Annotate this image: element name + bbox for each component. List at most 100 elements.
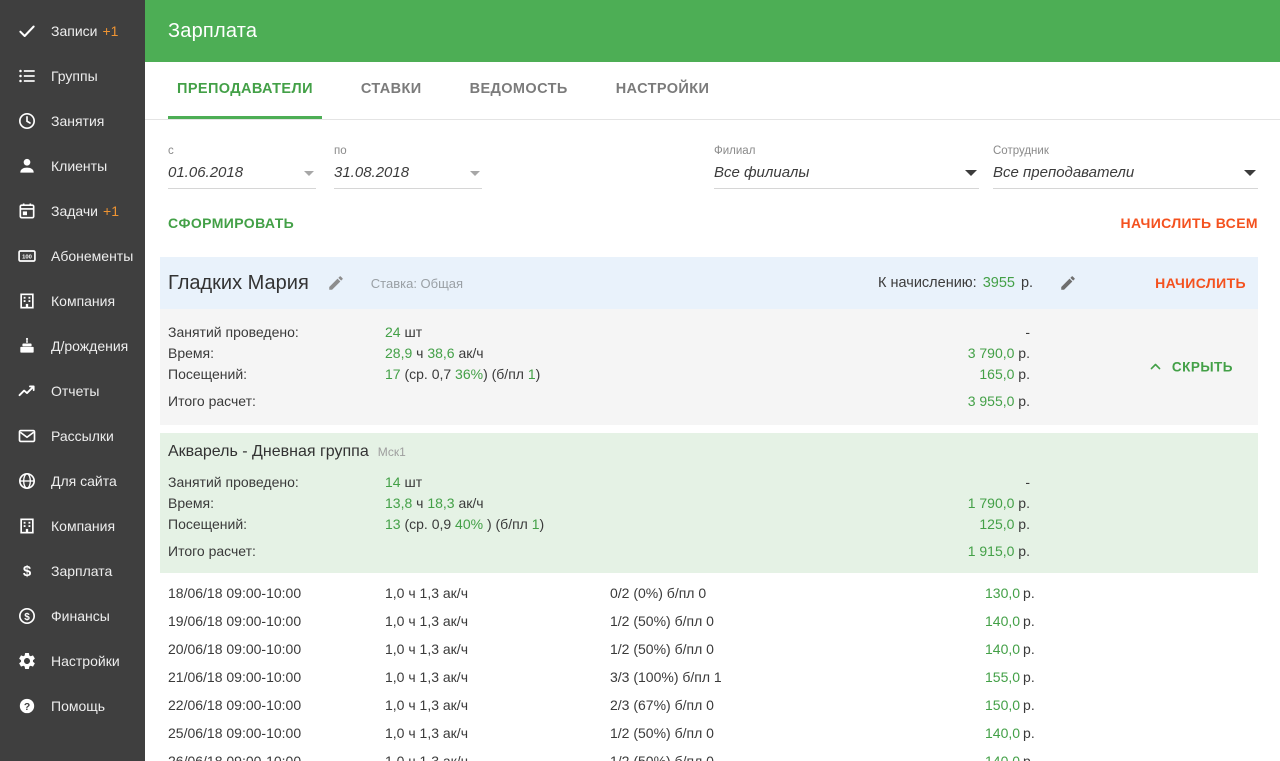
globe-icon <box>16 470 38 492</box>
accrue-all-button[interactable]: НАЧИСЛИТЬ ВСЕМ <box>1121 215 1259 231</box>
group-row-value: 13 (ср. 0,9 40% ) (б/пл 1) <box>385 515 545 532</box>
sidebar-item-zadachi[interactable]: Задачи +1 <box>0 188 145 233</box>
generate-button[interactable]: СФОРМИРОВАТЬ <box>168 215 294 231</box>
accrue-button[interactable]: НАЧИСЛИТЬ <box>1155 275 1246 291</box>
sidebar-item-label: Группы <box>51 67 98 84</box>
group-row-amount: 125,0 р. <box>979 515 1030 532</box>
person-icon <box>16 155 38 177</box>
card-icon: 100 <box>16 245 38 267</box>
summary-row: Время: 28,9 ч 38,6 ак/ч 3 790,0 р. <box>168 342 1030 363</box>
hide-button-label: СКРЫТЬ <box>1171 359 1233 375</box>
chevron-down-icon <box>470 171 480 176</box>
lesson-time: 1,0 ч 1,3 ак/ч <box>385 641 468 657</box>
lesson-row: 19/06/18 09:00-10:00 1,0 ч 1,3 ак/ч 1/2 … <box>168 607 1035 635</box>
sidebar-item-kompaniya[interactable]: Компания <box>0 278 145 323</box>
lesson-time: 1,0 ч 1,3 ак/ч <box>385 697 468 713</box>
sidebar-item-zarplata[interactable]: $ Зарплата <box>0 548 145 593</box>
lesson-time: 1,0 ч 1,3 ак/ч <box>385 585 468 601</box>
lesson-date: 21/06/18 09:00-10:00 <box>168 669 302 685</box>
summary-amount: 3 955,0 р. <box>967 392 1030 409</box>
lesson-time: 1,0 ч 1,3 ак/ч <box>385 753 468 761</box>
lesson-attendance: 1/2 (50%) б/пл 0 <box>610 725 714 741</box>
group-row-label: Время: <box>168 494 215 511</box>
tab-bar: ПРЕПОДАВАТЕЛИ СТАВКИ ВЕДОМОСТЬ НАСТРОЙКИ <box>145 62 1280 120</box>
sidebar-item-label: Занятия <box>51 112 105 129</box>
employee-select[interactable]: Сотрудник Все преподаватели <box>993 145 1258 189</box>
lesson-attendance: 3/3 (100%) б/пл 1 <box>610 669 722 685</box>
sidebar-item-label: Зарплата <box>51 562 113 579</box>
help-icon: ? <box>16 695 38 717</box>
edit-accrual-icon[interactable] <box>1059 274 1077 292</box>
sidebar-item-finansy[interactable]: $ Финансы <box>0 593 145 638</box>
summary-label: Занятий проведено: <box>168 323 299 340</box>
lesson-amount: 155,0 р. <box>985 669 1035 685</box>
group-block: Акварель - Дневная группа Мск1 Занятий п… <box>160 433 1258 573</box>
lessons-table: 18/06/18 09:00-10:00 1,0 ч 1,3 ак/ч 0/2 … <box>168 579 1258 761</box>
group-row: Посещений: 13 (ср. 0,9 40% ) (б/пл 1) 12… <box>168 513 1030 534</box>
sidebar-item-abonementy[interactable]: 100 Абонементы <box>0 233 145 278</box>
tab-nastrojki[interactable]: НАСТРОЙКИ <box>607 62 719 119</box>
sidebar-item-gruppy[interactable]: Группы <box>0 53 145 98</box>
check-icon <box>16 20 38 42</box>
tab-stavki[interactable]: СТАВКИ <box>352 62 431 119</box>
group-row-value: 13,8 ч 18,3 ак/ч <box>385 494 484 511</box>
group-row-label: Занятий проведено: <box>168 473 299 490</box>
lesson-date: 22/06/18 09:00-10:00 <box>168 697 302 713</box>
dollar-circle-icon: $ <box>16 605 38 627</box>
lesson-row: 18/06/18 09:00-10:00 1,0 ч 1,3 ак/ч 0/2 … <box>168 579 1035 607</box>
tab-prepodavateli[interactable]: ПРЕПОДАВАТЕЛИ <box>168 62 322 119</box>
group-title: Акварель - Дневная группа <box>168 443 369 460</box>
date-from-label: с <box>168 145 174 157</box>
lesson-row: 21/06/18 09:00-10:00 1,0 ч 1,3 ак/ч 3/3 … <box>168 663 1035 691</box>
lesson-amount: 140,0 р. <box>985 613 1035 629</box>
sidebar-item-kompaniya-2[interactable]: Компания <box>0 503 145 548</box>
date-from-field[interactable]: с 01.06.2018 <box>168 145 316 189</box>
accrual-info: К начислению: 3955 р. <box>878 275 1033 291</box>
mail-icon <box>16 425 38 447</box>
branch-select[interactable]: Филиал Все филиалы <box>714 145 979 189</box>
app-window: Записи +1 Группы Занятия Клиенты Задачи … <box>0 0 1280 761</box>
lesson-row-partial: 26/06/18 09:00-10:00 1,0 ч 1,3 ак/ч 1/2 … <box>168 747 1035 761</box>
sidebar-item-nastrojki[interactable]: Настройки <box>0 638 145 683</box>
date-to-label: по <box>334 145 347 157</box>
rate-label: Ставка: Общая <box>370 275 464 291</box>
sidebar-item-d-rozhdeniya[interactable]: Д/рождения <box>0 323 145 368</box>
actions-row: СФОРМИРОВАТЬ НАЧИСЛИТЬ ВСЕМ <box>160 215 1258 231</box>
lesson-row: 22/06/18 09:00-10:00 1,0 ч 1,3 ак/ч 2/3 … <box>168 691 1035 719</box>
branch-tag: Мск1 <box>377 445 406 459</box>
lesson-date: 18/06/18 09:00-10:00 <box>168 585 302 601</box>
date-to-field[interactable]: по 31.08.2018 <box>334 145 482 189</box>
sidebar-item-zanyatiya[interactable]: Занятия <box>0 98 145 143</box>
lesson-time: 1,0 ч 1,3 ак/ч <box>385 669 468 685</box>
lesson-attendance: 1/2 (50%) б/пл 0 <box>610 641 714 657</box>
group-title-row: Акварель - Дневная группа Мск1 <box>168 443 1258 467</box>
edit-icon[interactable] <box>327 274 345 292</box>
lesson-row: 20/06/18 09:00-10:00 1,0 ч 1,3 ак/ч 1/2 … <box>168 635 1035 663</box>
sidebar-item-label: Д/рождения <box>51 337 129 354</box>
page-title: Зарплата <box>168 19 258 42</box>
summary-row: Посещений: 17 (ср. 0,7 36%) (б/пл 1) 165… <box>168 363 1030 384</box>
sidebar-item-label: Задачи <box>51 202 99 219</box>
lesson-amount: 150,0 р. <box>985 697 1035 713</box>
group-row-value: 14 шт <box>385 473 423 490</box>
summary-label: Итого расчет: <box>168 392 256 409</box>
lesson-amount: 130,0 р. <box>985 585 1035 601</box>
sidebar-item-klienty[interactable]: Клиенты <box>0 143 145 188</box>
sidebar-item-label: Записи <box>51 22 98 39</box>
lesson-time: 1,0 ч 1,3 ак/ч <box>385 613 468 629</box>
clock-icon <box>16 110 38 132</box>
sidebar-item-rassylki[interactable]: Рассылки <box>0 413 145 458</box>
sidebar-item-label: Компания <box>51 292 116 309</box>
accrual-label: К начислению: <box>878 275 977 291</box>
lesson-date: 26/06/18 09:00-10:00 <box>168 753 302 761</box>
svg-text:$: $ <box>23 563 32 580</box>
sidebar-item-dlya-sajta[interactable]: Для сайта <box>0 458 145 503</box>
hide-button[interactable]: СКРЫТЬ <box>1148 360 1233 375</box>
tab-vedomost[interactable]: ВЕДОМОСТЬ <box>461 62 577 119</box>
svg-text:?: ? <box>24 701 30 712</box>
sidebar-item-otchety[interactable]: Отчеты <box>0 368 145 413</box>
branch-value: Все филиалы <box>714 164 810 181</box>
sidebar-item-zapisi[interactable]: Записи +1 <box>0 8 145 53</box>
sidebar-item-pomoshch[interactable]: ? Помощь <box>0 683 145 728</box>
date-from-value: 01.06.2018 <box>168 164 244 181</box>
